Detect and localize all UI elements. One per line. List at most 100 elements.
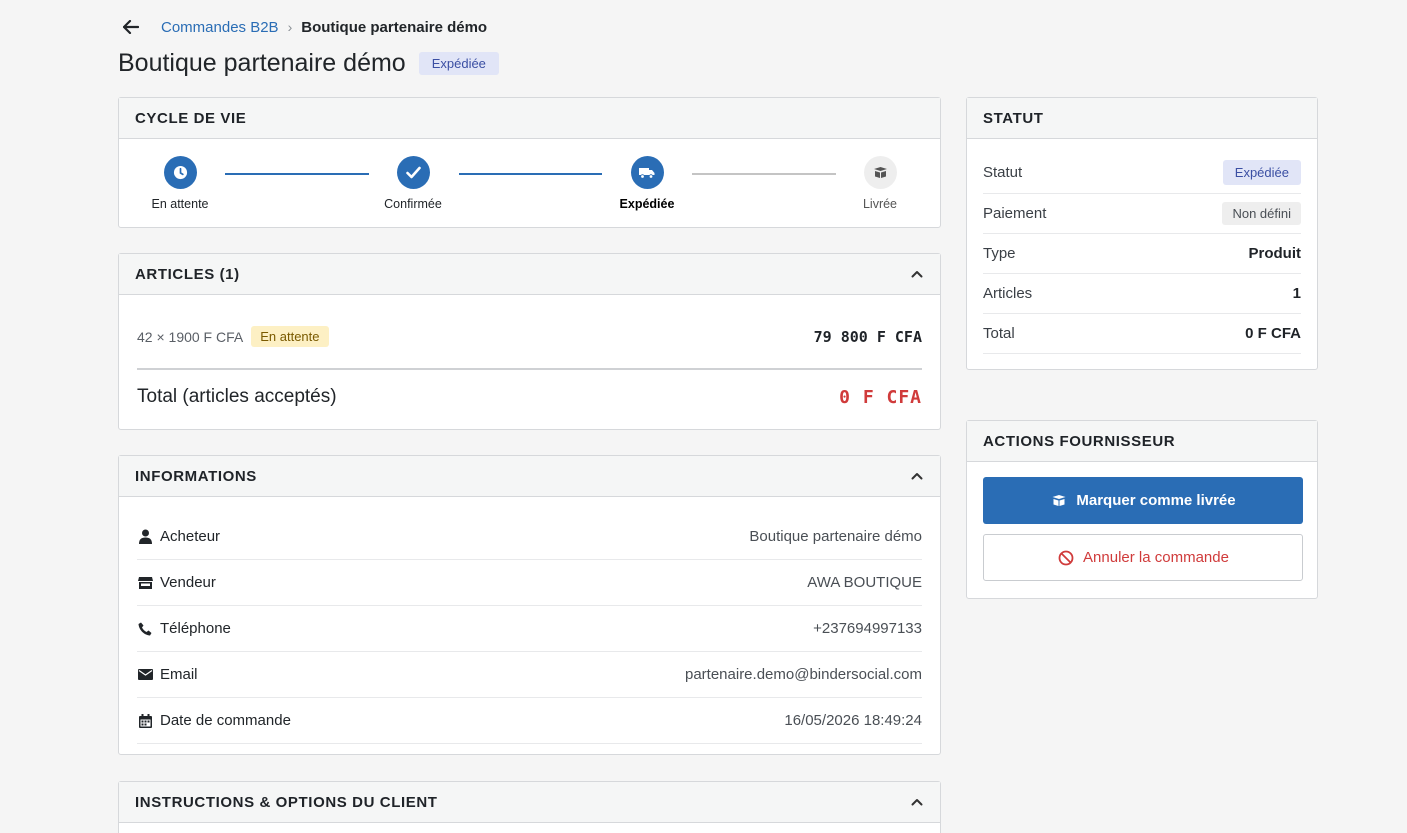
info-label: Vendeur (160, 574, 216, 591)
cancel-order-button[interactable]: Annuler la commande (983, 534, 1303, 581)
supplier-actions-card: ACTIONS FOURNISSEUR Marquer comme livrée… (966, 420, 1318, 599)
page-title-row: Boutique partenaire démo Expédiée (118, 46, 499, 80)
payment-badge: Non défini (1222, 202, 1301, 225)
status-row-status: Statut Expédiée (983, 152, 1301, 194)
user-icon (137, 529, 153, 545)
status-list: Statut Expédiée Paiement Non défini Type… (983, 152, 1301, 354)
status-badge: Expédiée (1222, 160, 1301, 185)
lifecycle-steps: En attente Confirmée Expédiée Livrée (119, 139, 940, 227)
articles-total-row: Total (articles acceptés) 0 F CFA (137, 386, 922, 408)
phone-icon (137, 621, 153, 637)
step-label: En attente (151, 197, 209, 211)
step-shipped: Expédiée (587, 156, 707, 211)
mark-delivered-label: Marquer comme livrée (1076, 492, 1236, 509)
step-confirmed: Confirmée (353, 156, 473, 211)
article-qty-price: 42 × 1900 F CFA En attente (137, 326, 329, 347)
status-card: STATUT Statut Expédiée Paiement Non défi… (966, 97, 1318, 370)
ban-icon (1057, 549, 1075, 567)
articles-header[interactable]: ARTICLES (1) (119, 254, 940, 295)
breadcrumb: Commandes B2B › Boutique partenaire démo (122, 16, 487, 38)
info-label: Acheteur (160, 528, 221, 545)
info-label: Date de commande (160, 712, 291, 729)
article-qty-text: 42 × 1900 F CFA (137, 328, 244, 345)
divider (137, 368, 922, 370)
status-row-type: Type Produit (983, 234, 1301, 274)
info-value: partenaire.demo@bindersocial.com (684, 666, 922, 683)
back-arrow-icon[interactable] (122, 18, 140, 36)
info-value: Boutique partenaire démo (749, 528, 922, 545)
lifecycle-header: CYCLE DE VIE (119, 98, 940, 139)
info-label: Téléphone (160, 620, 231, 637)
check-icon (396, 156, 430, 189)
informations-header[interactable]: INFORMATIONS (119, 456, 940, 497)
step-label: Confirmée (384, 197, 442, 211)
step-pending: En attente (120, 156, 240, 211)
info-key: Date de commande (137, 712, 291, 729)
chevron-up-icon[interactable] (910, 795, 924, 809)
info-key: Email (137, 666, 198, 683)
step-connector (459, 173, 602, 175)
informations-list: Acheteur Boutique partenaire démo Vendeu… (137, 514, 922, 744)
step-connector (225, 173, 369, 175)
status-row-articles: Articles 1 (983, 274, 1301, 314)
chevron-up-icon[interactable] (910, 267, 924, 281)
info-row-email: Email partenaire.demo@bindersocial.com (137, 652, 922, 698)
box-icon (1050, 492, 1068, 510)
status-label: Paiement (983, 205, 1047, 222)
info-value: +237694997133 (813, 620, 922, 637)
instructions-header[interactable]: INSTRUCTIONS & OPTIONS DU CLIENT (119, 782, 940, 823)
breadcrumb-current: Boutique partenaire démo (301, 18, 488, 36)
status-value: Produit (1248, 245, 1302, 262)
status-row-payment: Paiement Non défini (983, 194, 1301, 234)
status-badge: Expédiée (418, 51, 499, 75)
informations-card: INFORMATIONS Acheteur Boutique partenair… (118, 455, 941, 755)
breadcrumb-link-orders[interactable]: Commandes B2B (161, 19, 279, 36)
mark-delivered-button[interactable]: Marquer comme livrée (983, 477, 1303, 524)
articles-card: ARTICLES (1) 42 × 1900 F CFA En attente … (118, 253, 941, 430)
info-row-seller: Vendeur AWA BOUTIQUE (137, 560, 922, 606)
articles-total-label: Total (articles acceptés) (137, 386, 337, 407)
articles-title: ARTICLES (1) (135, 265, 240, 283)
chevron-up-icon[interactable] (910, 469, 924, 483)
supplier-actions-header: ACTIONS FOURNISSEUR (967, 421, 1317, 462)
articles-total-value: 0 F CFA (839, 386, 922, 408)
envelope-icon (137, 667, 153, 683)
cancel-order-label: Annuler la commande (1083, 549, 1229, 566)
page-title: Boutique partenaire démo (118, 48, 406, 77)
status-label: Total (983, 325, 1015, 342)
supplier-actions-title: ACTIONS FOURNISSEUR (983, 432, 1176, 450)
info-row-order-date: Date de commande 16/05/2026 18:49:24 (137, 698, 922, 744)
list-item: 42 × 1900 F CFA En attente 79 800 F CFA (137, 326, 922, 347)
clock-icon (163, 156, 197, 189)
box-icon (863, 156, 897, 189)
lifecycle-title: CYCLE DE VIE (135, 109, 247, 127)
info-row-phone: Téléphone +237694997133 (137, 606, 922, 652)
info-row-buyer: Acheteur Boutique partenaire démo (137, 514, 922, 560)
info-key: Acheteur (137, 528, 220, 545)
store-icon (137, 575, 153, 591)
status-label: Type (983, 245, 1016, 262)
status-value: 1 (1292, 285, 1301, 302)
lifecycle-card: CYCLE DE VIE En attente Confirmée Expédi… (118, 97, 941, 228)
status-header: STATUT (967, 98, 1317, 139)
step-delivered: Livrée (820, 156, 940, 211)
step-label: Expédiée (619, 197, 675, 211)
status-title: STATUT (983, 109, 1044, 127)
calendar-icon (137, 713, 153, 729)
info-value: 16/05/2026 18:49:24 (784, 712, 922, 729)
info-label: Email (160, 666, 198, 683)
info-value: AWA BOUTIQUE (807, 574, 922, 591)
breadcrumb-separator: › (287, 19, 293, 35)
status-value: 0 F CFA (1245, 325, 1301, 342)
status-row-total: Total 0 F CFA (983, 314, 1301, 354)
step-label: Livrée (862, 197, 898, 211)
instructions-card: INSTRUCTIONS & OPTIONS DU CLIENT (118, 781, 941, 833)
informations-title: INFORMATIONS (135, 467, 257, 485)
article-amount: 79 800 F CFA (813, 327, 922, 346)
truck-icon (630, 156, 664, 189)
instructions-title: INSTRUCTIONS & OPTIONS DU CLIENT (135, 793, 438, 811)
status-label: Statut (983, 164, 1023, 181)
status-label: Articles (983, 285, 1033, 302)
info-key: Téléphone (137, 620, 231, 637)
article-status-badge: En attente (251, 326, 329, 347)
